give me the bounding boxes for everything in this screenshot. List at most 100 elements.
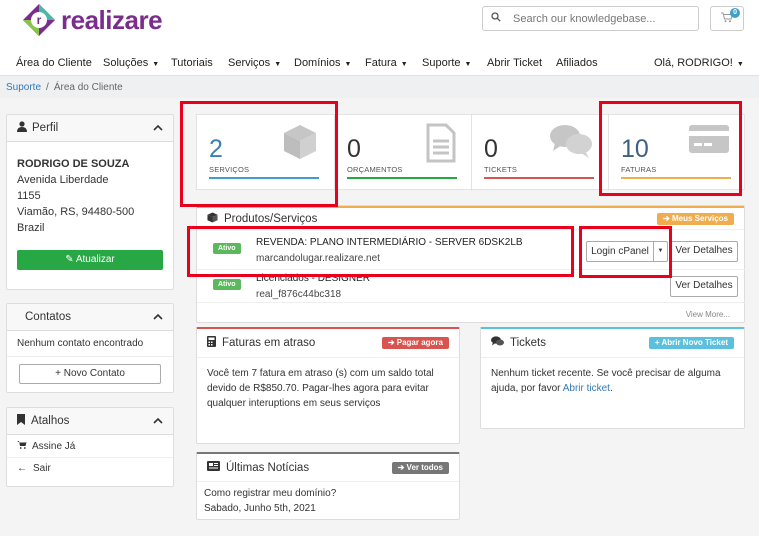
stats-tiles: 2 SERVIÇOS 0 ORÇAMENTOS 0 TICKETS 10 FAT…: [196, 114, 746, 191]
overdue-invoices-header: Faturas em atraso ➔ Pagar agora: [197, 329, 459, 358]
service-name: REVENDA: PLANO INTERMEDIÁRIO - SERVER 6D…: [256, 237, 523, 248]
nav-dominios-label: Domínios: [294, 57, 341, 69]
news-panel-header: Últimas Notícias ➔ Ver todos: [197, 454, 459, 482]
breadcrumb-home-link[interactable]: Suporte: [6, 82, 41, 93]
user-icon: [17, 121, 27, 135]
tickets-empty-text: Nenhum ticket recente. Se você precisar …: [481, 358, 744, 404]
contacts-panel: Contatos Nenhum contato encontrado + Nov…: [6, 303, 174, 393]
cart-icon: [17, 440, 27, 452]
view-all-news-label: Ver todos: [406, 462, 443, 472]
nav-suporte[interactable]: Suporte ▼: [422, 57, 471, 69]
nav-solucoes-label: Soluções: [103, 57, 149, 69]
nav-afiliados[interactable]: Afiliados: [556, 57, 598, 69]
search-box[interactable]: [482, 6, 699, 31]
my-services-button[interactable]: ➔ Meus Serviços: [657, 212, 734, 225]
view-all-news-button[interactable]: ➔ Ver todos: [391, 461, 449, 474]
brand-logo[interactable]: r realizare: [21, 2, 163, 38]
nav-abrir-ticket[interactable]: Abrir Ticket: [487, 57, 542, 69]
breadcrumb-current: Área do Cliente: [53, 81, 123, 93]
chevron-up-icon[interactable]: [153, 311, 163, 323]
breadcrumb-separator: /: [46, 81, 49, 93]
open-new-ticket-button[interactable]: + Abrir Novo Ticket: [648, 337, 734, 349]
service-row[interactable]: Ativo Licenciados - DESIGNER real_f876c4…: [197, 271, 745, 303]
stat-invoices-value: 10: [621, 135, 649, 163]
stat-quotes-label: ORÇAMENTOS: [347, 165, 403, 174]
profile-city: Viamão, RS, 94480-500: [17, 206, 135, 218]
nav-tutoriais[interactable]: Tutoriais: [171, 57, 213, 69]
comments-icon: [549, 123, 593, 162]
stat-tile-tickets[interactable]: 0 TICKETS: [472, 115, 609, 191]
login-cpanel-button[interactable]: Login cPanel ▼: [586, 241, 668, 262]
caret-down-icon: ▼: [400, 61, 408, 68]
chevron-up-icon[interactable]: [153, 415, 163, 427]
stat-tickets-bar: [484, 177, 594, 179]
arrow-right-icon: ➔: [663, 213, 670, 223]
service-row[interactable]: Ativo REVENDA: PLANO INTERMEDIÁRIO - SER…: [197, 232, 745, 270]
stat-tile-quotes[interactable]: 0 ORÇAMENTOS: [335, 115, 472, 191]
shortcuts-panel-header[interactable]: Atalhos: [7, 408, 173, 435]
nav-area-cliente[interactable]: Área do Cliente: [16, 57, 92, 69]
tickets-panel-header: Tickets + Abrir Novo Ticket: [481, 329, 744, 358]
stat-services-bar: [209, 177, 319, 179]
products-panel: Produtos/Serviços ➔ Meus Serviços Ativo …: [196, 205, 745, 323]
shortcut-sair[interactable]: ← Sair: [7, 458, 173, 479]
shortcuts-panel: Atalhos Assine Já ← Sair: [6, 407, 174, 487]
arrow-right-icon: ➔: [387, 338, 395, 347]
brand-name: realizare: [61, 4, 163, 35]
nav-servicos[interactable]: Serviços ▼: [228, 57, 281, 69]
status-badge: Ativo: [213, 279, 241, 290]
tickets-panel: Tickets + Abrir Novo Ticket Nenhum ticke…: [480, 327, 745, 429]
search-input[interactable]: [513, 12, 683, 25]
shortcuts-panel-title: Atalhos: [31, 415, 70, 427]
cart-button[interactable]: 0: [710, 6, 744, 31]
caret-down-icon: ▼: [152, 61, 160, 68]
chevron-up-icon[interactable]: [153, 122, 163, 134]
caret-down-icon: ▼: [736, 61, 744, 68]
caret-down-icon: ▼: [464, 61, 472, 68]
view-details-button[interactable]: Ver Detalhes: [670, 276, 738, 297]
profile-panel-title: Perfil: [32, 122, 59, 134]
contacts-panel-title: Contatos: [25, 311, 72, 323]
cart-count-badge: 0: [730, 8, 740, 18]
nav-user-menu[interactable]: Olá, RODRIGO! ▼: [654, 57, 744, 69]
nav-suporte-label: Suporte: [422, 57, 461, 69]
news-panel-title: Últimas Notícias: [226, 461, 310, 474]
news-date: Sabado, Junho 5th, 2021: [204, 503, 316, 514]
nav-fatura-label: Fatura: [365, 57, 397, 69]
cube-icon: [282, 123, 318, 164]
caret-down-icon[interactable]: ▼: [653, 242, 667, 261]
shortcut-sair-label: Sair: [33, 463, 51, 474]
pencil-icon: ✎: [65, 254, 76, 265]
main-nav: Área do Cliente Soluções ▼ Tutoriais Serv…: [0, 52, 759, 74]
view-details-button[interactable]: Ver Detalhes: [670, 241, 738, 262]
contacts-empty-text: Nenhum contato encontrado: [7, 331, 173, 357]
nav-solucoes[interactable]: Soluções ▼: [103, 57, 159, 69]
profile-name: RODRIGO DE SOUZA: [17, 158, 130, 170]
pay-now-label: Pagar agora: [396, 338, 443, 347]
update-profile-button[interactable]: ✎ Atualizar: [17, 250, 163, 270]
profile-panel-header[interactable]: Perfil: [7, 115, 173, 142]
products-panel-header: Produtos/Serviços ➔ Meus Serviços: [197, 206, 744, 230]
news-panel: Últimas Notícias ➔ Ver todos Como regist…: [196, 452, 460, 520]
products-panel-title: Produtos/Serviços: [224, 212, 318, 225]
open-new-ticket-label: Abrir Novo Ticket: [661, 338, 728, 347]
profile-panel: Perfil RODRIGO DE SOUZA Avenida Liberdad…: [6, 114, 174, 290]
news-item[interactable]: Como registrar meu domínio? Sabado, Junh…: [197, 482, 459, 520]
stat-tile-services[interactable]: 2 SERVIÇOS: [197, 115, 334, 191]
contacts-panel-header[interactable]: Contatos: [7, 304, 173, 331]
pay-now-button[interactable]: ➔ Pagar agora: [381, 337, 449, 349]
login-cpanel-label: Login cPanel: [591, 246, 649, 257]
view-more-link[interactable]: View More...: [686, 310, 730, 319]
nav-servicos-label: Serviços: [228, 57, 271, 69]
stat-quotes-bar: [347, 177, 457, 179]
tickets-panel-title: Tickets: [510, 337, 546, 349]
shortcut-assine[interactable]: Assine Já: [7, 435, 173, 458]
stat-tile-invoices[interactable]: 10 FATURAS: [609, 115, 746, 191]
service-domain: real_f876c44bc318: [256, 289, 342, 300]
open-ticket-link[interactable]: Abrir ticket: [563, 383, 610, 394]
calculator-icon: [207, 336, 216, 350]
nav-dominios[interactable]: Domínios ▼: [294, 57, 351, 69]
nav-fatura[interactable]: Fatura ▼: [365, 57, 408, 69]
my-services-label: Meus Serviços: [671, 213, 728, 223]
new-contact-button[interactable]: + Novo Contato: [19, 364, 161, 384]
